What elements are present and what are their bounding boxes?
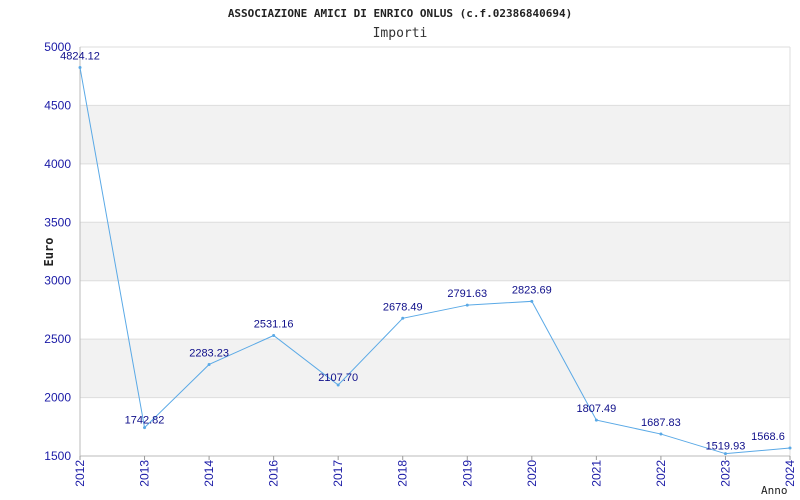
grid-band: [80, 222, 790, 281]
data-label: 2531.16: [254, 319, 294, 331]
data-label: 2791.63: [447, 288, 487, 300]
y-tick-label: 3000: [44, 274, 71, 288]
line-chart: ASSOCIAZIONE AMICI DI ENRICO ONLUS (c.f.…: [42, 7, 797, 497]
data-label: 1568.6: [751, 431, 785, 443]
x-tick-label: 2014: [202, 460, 216, 487]
grid-band: [80, 47, 790, 106]
data-label: 1807.49: [576, 403, 616, 415]
y-tick-label: 3500: [44, 215, 71, 229]
y-tick-label: 2500: [44, 332, 71, 346]
grid-band: [80, 163, 790, 223]
x-axis: 2012 2013 2014 2016 2017 2018 2019 2020 2021 2022…: [73, 456, 797, 487]
x-tick-label: 2012: [73, 460, 87, 487]
data-label: 2283.23: [189, 347, 229, 359]
x-tick-label: 2018: [396, 460, 410, 487]
grid-band: [80, 397, 790, 456]
data-label: 1519.93: [706, 441, 746, 453]
data-point: [272, 334, 276, 338]
grid-bands: [79, 46, 791, 457]
y-tick-label: 1500: [44, 449, 71, 463]
data-label: 4824.12: [60, 51, 100, 63]
x-tick-label: 2017: [331, 460, 345, 487]
data-label: 1687.83: [641, 417, 681, 429]
y-axis-label: Euro: [42, 238, 56, 267]
y-tick-label: 2000: [44, 391, 71, 405]
x-tick-label: 2016: [267, 460, 281, 487]
x-tick-label: 2019: [460, 460, 474, 487]
data-point: [78, 66, 82, 70]
data-point: [465, 303, 469, 307]
x-tick-label: 2022: [654, 460, 668, 487]
data-point: [594, 418, 598, 422]
data-label: 2823.69: [512, 284, 552, 296]
grid-band: [80, 105, 790, 164]
x-tick-label: 2013: [138, 460, 152, 487]
data-point: [401, 316, 405, 320]
data-label: 1742.82: [125, 415, 165, 427]
y-tick-label: 4000: [44, 157, 71, 171]
x-tick-label: 2023: [718, 460, 732, 487]
data-point: [788, 446, 792, 450]
chart-subtitle: Importi: [373, 26, 428, 41]
chart-title: ASSOCIAZIONE AMICI DI ENRICO ONLUS (c.f.…: [228, 7, 572, 20]
data-label: 2107.70: [318, 372, 358, 384]
x-axis-label: Anno: [761, 484, 788, 497]
data-point: [530, 299, 534, 303]
data-label: 2678.49: [383, 301, 423, 313]
data-point: [207, 362, 211, 366]
x-tick-label: 2024: [783, 460, 797, 487]
grid-band: [80, 280, 790, 340]
x-tick-label: 2020: [525, 460, 539, 487]
x-tick-label: 2021: [589, 460, 603, 487]
data-point: [659, 432, 663, 436]
y-tick-label: 4500: [44, 98, 71, 112]
grid-band: [80, 339, 790, 398]
